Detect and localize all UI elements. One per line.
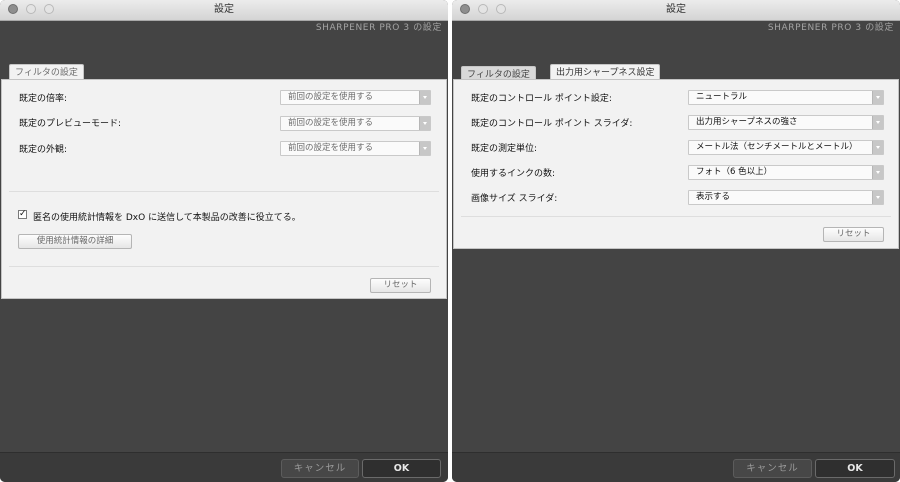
preferences-window-output-sharpening: 設定 SHARPENER PRO 3 の設定 フィルタの設定 出力用シャープネス… — [452, 0, 900, 482]
ok-button[interactable]: OK — [815, 459, 895, 478]
ink-count-select[interactable]: フォト（6 色以上） — [688, 165, 884, 180]
chevron-down-icon — [419, 91, 430, 104]
dialog-footer: キャンセル OK — [0, 452, 448, 482]
divider — [461, 216, 891, 217]
output-sharpening-panel: 既定のコントロール ポイント設定: ニュートラル 既定のコントロール ポイント … — [453, 79, 899, 249]
dialog-footer: キャンセル OK — [452, 452, 900, 482]
ink-count-label: 使用するインクの数: — [471, 169, 556, 179]
default-zoom-select[interactable]: 前回の設定を使用する — [280, 90, 431, 105]
default-appearance-value: 前回の設定を使用する — [288, 143, 374, 153]
default-measurement-unit-select[interactable]: メートル法（センチメートルとメートル） — [688, 140, 884, 155]
default-zoom-value: 前回の設定を使用する — [288, 92, 374, 102]
default-control-point-slider-label: 既定のコントロール ポイント スライダ: — [471, 119, 633, 129]
default-preview-mode-label: 既定のプレビューモード: — [19, 119, 122, 129]
title-bar: 設定 — [0, 0, 448, 21]
image-size-slider-value: 表示する — [696, 192, 731, 202]
default-control-point-slider-value: 出力用シャープネスの強さ — [696, 117, 798, 127]
reset-button[interactable]: リセット — [823, 227, 884, 242]
default-control-point-setting-value: ニュートラル — [696, 92, 748, 102]
window-title: 設定 — [666, 4, 686, 15]
window-title: 設定 — [214, 4, 234, 15]
divider — [9, 191, 439, 192]
default-zoom-label: 既定の倍率: — [19, 94, 68, 104]
default-control-point-setting-select[interactable]: ニュートラル — [688, 90, 884, 105]
image-size-slider-select[interactable]: 表示する — [688, 190, 884, 205]
tab-filter-settings[interactable]: フィルタの設定 — [9, 64, 84, 80]
default-measurement-unit-label: 既定の測定単位: — [471, 144, 538, 154]
default-appearance-label: 既定の外観: — [19, 145, 68, 155]
usage-statistics-checkbox[interactable]: ✓ — [18, 210, 27, 219]
usage-statistics-label: 匿名の使用統計情報を DxO に送信して本製品の改善に役立てる。 — [33, 213, 301, 223]
product-heading: SHARPENER PRO 3 の設定 — [315, 23, 442, 33]
title-bar: 設定 — [452, 0, 900, 21]
preferences-window-filter: 設定 SHARPENER PRO 3 の設定 フィルタの設定 既定の倍率: 前回… — [0, 0, 448, 482]
chevron-down-icon — [872, 91, 883, 104]
default-preview-mode-value: 前回の設定を使用する — [288, 118, 374, 128]
ink-count-value: フォト（6 色以上） — [696, 167, 773, 177]
cancel-button[interactable]: キャンセル — [281, 459, 359, 478]
chevron-down-icon — [872, 116, 883, 129]
tab-output-sharpening-settings[interactable]: 出力用シャープネス設定 — [550, 64, 661, 80]
chevron-down-icon — [419, 142, 430, 155]
default-preview-mode-select[interactable]: 前回の設定を使用する — [280, 116, 431, 131]
default-measurement-unit-value: メートル法（センチメートルとメートル） — [696, 142, 858, 152]
product-heading: SHARPENER PRO 3 の設定 — [767, 23, 894, 33]
default-appearance-select[interactable]: 前回の設定を使用する — [280, 141, 431, 156]
divider — [9, 266, 439, 267]
usage-statistics-details-button[interactable]: 使用統計情報の詳細 — [18, 234, 132, 249]
checkmark-icon: ✓ — [19, 209, 27, 219]
default-control-point-slider-select[interactable]: 出力用シャープネスの強さ — [688, 115, 884, 130]
chevron-down-icon — [419, 117, 430, 130]
chevron-down-icon — [872, 166, 883, 179]
default-control-point-setting-label: 既定のコントロール ポイント設定: — [471, 94, 612, 104]
cancel-button[interactable]: キャンセル — [733, 459, 812, 478]
reset-button[interactable]: リセット — [370, 278, 431, 293]
image-size-slider-label: 画像サイズ スライダ: — [471, 194, 558, 204]
filter-settings-panel: 既定の倍率: 前回の設定を使用する 既定のプレビューモード: 前回の設定を使用す… — [1, 79, 447, 299]
chevron-down-icon — [872, 141, 883, 154]
ok-button[interactable]: OK — [362, 459, 441, 478]
chevron-down-icon — [872, 191, 883, 204]
